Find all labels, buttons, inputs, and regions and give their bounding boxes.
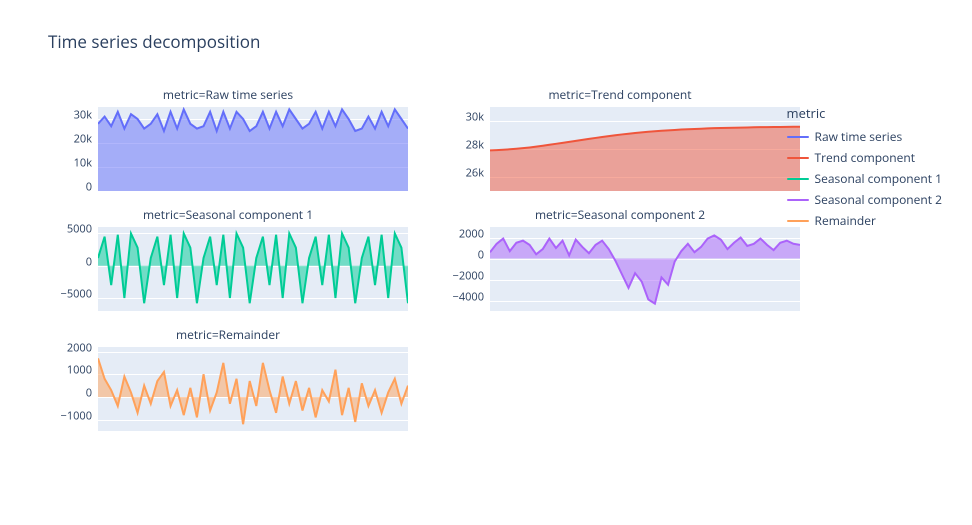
- legend-label: Seasonal component 2: [815, 191, 942, 208]
- legend-item[interactable]: Remainder: [787, 212, 942, 229]
- y-tick: −1000: [48, 408, 92, 423]
- series-svg: [98, 107, 408, 191]
- y-axis: −5000 0 5000: [48, 223, 92, 307]
- panel-title: metric=Trend component: [440, 86, 800, 103]
- y-tick: 20k: [48, 132, 92, 147]
- plot-area[interactable]: [98, 227, 408, 311]
- series-svg: [98, 347, 408, 431]
- series-svg: [490, 227, 800, 311]
- legend-item[interactable]: Raw time series: [787, 128, 942, 145]
- series-svg: [98, 227, 408, 311]
- legend-label: Seasonal component 1: [815, 170, 942, 187]
- plot-area[interactable]: [490, 107, 800, 191]
- y-tick: 0: [48, 180, 92, 195]
- plot-area[interactable]: [490, 227, 800, 311]
- panel-title: metric=Remainder: [48, 326, 408, 343]
- legend-swatch: [787, 220, 809, 222]
- y-axis: 010k20k30k: [48, 103, 92, 187]
- legend-swatch: [787, 136, 809, 138]
- legend-item[interactable]: Trend component: [787, 149, 942, 166]
- panel-seasonal-component-1: metric=Seasonal component 1 −5000 0 5000: [48, 206, 408, 311]
- y-tick: 0: [440, 247, 484, 262]
- panel-remainder: metric=Remainder −1000 0 1000 2000: [48, 326, 408, 431]
- y-axis: −4000 −2000 0 2000: [440, 223, 484, 307]
- y-tick: 1000: [48, 363, 92, 378]
- y-tick: −2000: [440, 268, 484, 283]
- y-tick: 28k: [440, 138, 484, 153]
- y-tick: −4000: [440, 289, 484, 304]
- y-tick: 2000: [440, 226, 484, 241]
- legend-label: Remainder: [815, 212, 876, 229]
- legend-title: metric: [787, 104, 942, 122]
- y-tick: 0: [48, 385, 92, 400]
- legend-item[interactable]: Seasonal component 1: [787, 170, 942, 187]
- y-axis: 26k 28k 30k: [440, 103, 484, 187]
- legend-label: Trend component: [815, 149, 915, 166]
- legend-item[interactable]: Seasonal component 2: [787, 191, 942, 208]
- panel-seasonal-component-2: metric=Seasonal component 2 −4000 −2000 0 20…: [440, 206, 800, 311]
- panel-trend-component: metric=Trend component 26k 28k 30k: [440, 86, 800, 191]
- y-tick: 30k: [48, 108, 92, 123]
- legend: metric Raw time series Trend component Sea…: [787, 104, 942, 233]
- plot-area[interactable]: [98, 347, 408, 431]
- y-tick: 2000: [48, 340, 92, 355]
- panel-title: metric=Raw time series: [48, 86, 408, 103]
- plot-area[interactable]: [98, 107, 408, 191]
- y-tick: 26k: [440, 166, 484, 181]
- y-tick: −5000: [48, 287, 92, 302]
- legend-label: Raw time series: [815, 128, 903, 145]
- y-axis: −1000 0 1000 2000: [48, 343, 92, 427]
- series-svg: [490, 107, 800, 191]
- page-title: Time series decomposition: [48, 30, 260, 53]
- panel-title: metric=Seasonal component 2: [440, 206, 800, 223]
- y-tick: 30k: [440, 110, 484, 125]
- legend-swatch: [787, 199, 809, 201]
- y-tick: 5000: [48, 222, 92, 237]
- legend-swatch: [787, 157, 809, 159]
- y-tick: 10k: [48, 156, 92, 171]
- panel-title: metric=Seasonal component 1: [48, 206, 408, 223]
- y-tick: 0: [48, 254, 92, 269]
- panel-raw-time-series: metric=Raw time series010k20k30k: [48, 86, 408, 191]
- legend-swatch: [787, 178, 809, 180]
